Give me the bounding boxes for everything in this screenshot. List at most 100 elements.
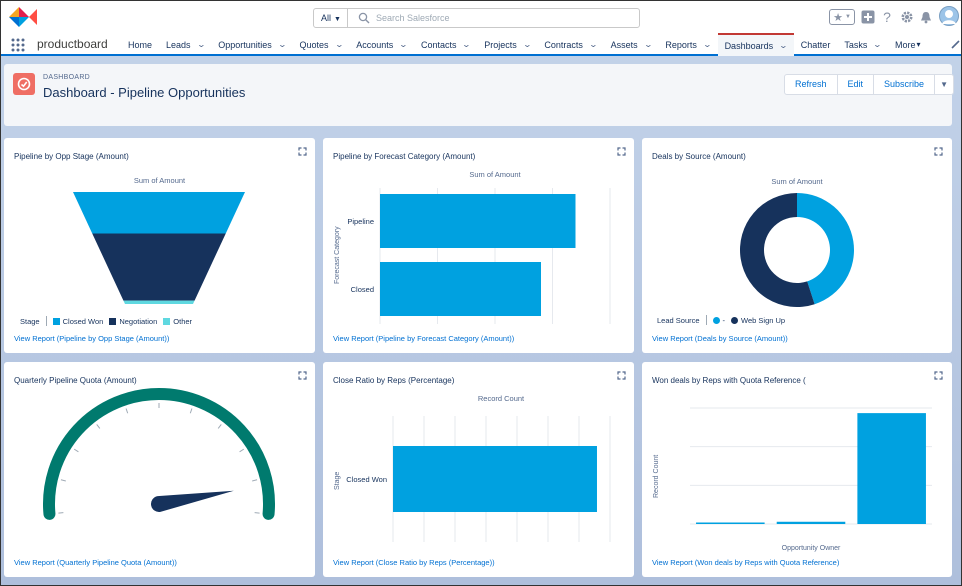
donut-chart [740,193,854,307]
gauge-tick [73,448,79,453]
nav-tab-contacts[interactable]: Contacts ⌄ [414,33,477,56]
nav-tab-projects[interactable]: Projects ⌄ [477,33,537,56]
nav-tab-contracts[interactable]: Contracts ⌄ [537,33,603,56]
favorites-button[interactable]: ★ ▼ [829,9,855,25]
bar [696,522,765,524]
expand-icon[interactable] [617,371,626,380]
page-title: Dashboard - Pipeline Opportunities [43,85,246,100]
legend-swatch [731,317,739,325]
chevron-down-icon[interactable]: ⌄ [399,34,408,56]
chevron-down-icon[interactable]: ⌄ [334,34,343,56]
nav-tab-label: Reports [665,39,697,50]
refresh-button[interactable]: Refresh [785,75,838,94]
nav-tab-more[interactable]: More ▾ [888,33,928,56]
chevron-down-icon[interactable]: ⌄ [703,34,712,56]
chevron-down-icon[interactable]: ⌄ [522,34,531,56]
app-name: productboard [37,37,108,51]
gauge-arc [43,388,275,520]
legend-label: Other [173,316,193,326]
dashboard-card: Won deals by Reps with Quota Reference (… [642,362,952,577]
nav-tab-tasks[interactable]: Tasks ⌄ [837,33,888,56]
add-icon [861,10,875,24]
expand-icon[interactable] [298,371,307,380]
nav-tab-chatter[interactable]: Chatter [794,33,838,56]
legend-title: Stage [20,316,40,326]
nav-tab-dashboards[interactable]: Dashboards ⌄ [717,33,794,56]
nav-tab-reports[interactable]: Reports ⌄ [658,33,717,56]
legend-item[interactable]: Closed Won [52,317,103,326]
caret-down-icon[interactable]: ▾ [917,34,921,56]
edit-nav-pencil-icon[interactable] [951,40,960,49]
help-button[interactable]: ? [880,9,894,25]
gauge-tick [217,424,222,429]
view-report-link[interactable]: View Report (Won deals by Reps with Quot… [652,558,839,567]
bar [393,446,597,512]
chevron-down-icon[interactable]: ⌄ [779,37,788,55]
user-avatar-icon [942,10,956,24]
expand-icon[interactable] [617,147,626,156]
caret-down-icon: ▼ [844,14,851,20]
notifications-button[interactable] [919,9,933,25]
chart-subtitle: Sum of Amount [771,177,823,186]
more-actions-button[interactable]: ▼ [935,75,953,94]
axis-label: Record Count [653,455,660,498]
gauge-tick [60,479,66,482]
nav-tab-accounts[interactable]: Accounts ⌄ [349,33,414,56]
chevron-down-icon[interactable]: ⌄ [462,34,471,56]
caret-down-icon: ▼ [940,80,949,89]
card-title: Deals by Source (Amount) [652,152,746,161]
nav-tab-quotes[interactable]: Quotes ⌄ [292,33,349,56]
expand-icon[interactable] [298,147,307,156]
expand-icon[interactable] [934,147,943,156]
setup-button[interactable] [899,9,915,25]
legend-swatch [163,318,171,326]
search-scope-dropdown[interactable]: All ▼ [314,9,348,27]
gauge-tick [239,448,245,453]
card-title: Pipeline by Opp Stage (Amount) [14,152,129,161]
bar [380,194,576,248]
view-report-link[interactable]: View Report (Deals by Source (Amount)) [652,334,788,343]
app-launcher-grid-icon[interactable] [11,38,25,52]
dashboard-card: Pipeline by Opp Stage (Amount) Sum of Am… [4,138,315,353]
legend-item[interactable]: Other [163,317,192,326]
chevron-down-icon[interactable]: ⌄ [196,34,205,56]
chart-subtitle: Sum of Amount [133,176,186,185]
nav-tab-leads[interactable]: Leads ⌄ [159,33,211,56]
chevron-down-icon[interactable]: ⌄ [873,34,882,56]
view-report-link[interactable]: View Report (Close Ratio by Reps (Percen… [333,558,495,567]
global-search: All ▼ [313,8,640,28]
view-report-link[interactable]: View Report (Quarterly Pipeline Quota (A… [14,558,177,567]
expand-icon[interactable] [934,371,943,380]
nav-tab-label: Tasks [844,39,868,50]
legend-swatch [52,318,60,326]
legend-item[interactable]: Web Sign Up [731,316,785,325]
legend-item[interactable]: - [712,316,725,325]
nav-tabs: Home Leads ⌄ Opportunities ⌄ Quotes ⌄ Accounts ⌄… [121,33,928,56]
chevron-down-icon[interactable]: ⌄ [643,34,652,56]
nav-tab-label: Chatter [800,39,831,50]
chevron-down-icon[interactable]: ⌄ [277,34,286,56]
view-report-link[interactable]: View Report (Pipeline by Forecast Catego… [333,334,514,343]
nav-tab-assets[interactable]: Assets ⌄ [604,33,659,56]
bar [380,262,541,316]
chevron-down-icon[interactable]: ⌄ [589,34,598,56]
view-report-link[interactable]: View Report (Pipeline by Opp Stage (Amou… [14,334,169,343]
gauge-tick [96,424,101,429]
edit-button[interactable]: Edit [838,75,875,94]
legend-divider [45,316,47,326]
legend-item[interactable]: Negotiation [109,317,157,326]
legend-swatch [109,318,117,326]
legend-title: Lead Source [657,315,700,325]
search-input[interactable] [376,10,626,26]
tick-label: Pipeline [347,217,374,226]
nav-tab-label: Assets [610,39,638,50]
avatar[interactable] [939,6,959,26]
settings-gear-icon [901,11,913,23]
nav-tab-home[interactable]: Home [121,33,159,56]
chart-subtitle: Sum of Amount [469,170,521,179]
nav-tab-opportunities[interactable]: Opportunities ⌄ [211,33,292,56]
subscribe-button[interactable]: Subscribe [874,75,936,94]
add-button[interactable] [861,9,875,25]
won-deals-bar-chart: Record Count Opportunity Owner [653,407,932,552]
nav-tab-label: Dashboards [724,40,774,51]
